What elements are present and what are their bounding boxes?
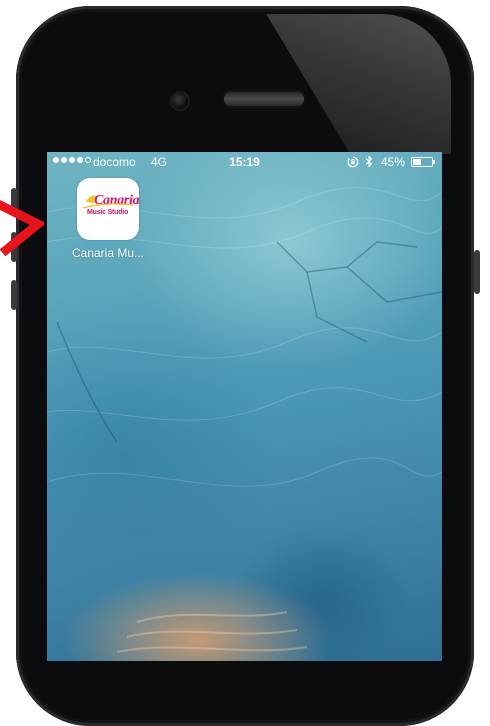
battery-tip <box>433 160 435 164</box>
app-label[interactable]: Canaria Mu... <box>63 246 153 260</box>
power-button <box>474 250 480 294</box>
volume-down-button <box>11 280 17 310</box>
earpiece-speaker <box>224 92 304 106</box>
status-bar: docomo 4G 15:19 45% <box>47 152 442 174</box>
phone-glare <box>266 14 451 154</box>
bluetooth-icon <box>365 155 373 168</box>
battery-level-fill <box>413 159 421 165</box>
app-canaria-music-studio[interactable]: Canaria Music Studio Canaria Mu... <box>63 178 153 260</box>
app-logo-subtext: Music Studio <box>87 209 129 216</box>
front-camera <box>172 93 188 109</box>
canaria-music-studio-app-icon[interactable]: Canaria Music Studio <box>77 178 139 240</box>
rotation-lock-icon <box>347 156 359 168</box>
battery-percent-label: 45% <box>381 155 406 169</box>
red-arrow-pointer-icon <box>0 199 44 257</box>
home-screen: docomo 4G 15:19 45% Canaria Music Studio <box>47 152 442 661</box>
battery-icon <box>411 157 433 167</box>
